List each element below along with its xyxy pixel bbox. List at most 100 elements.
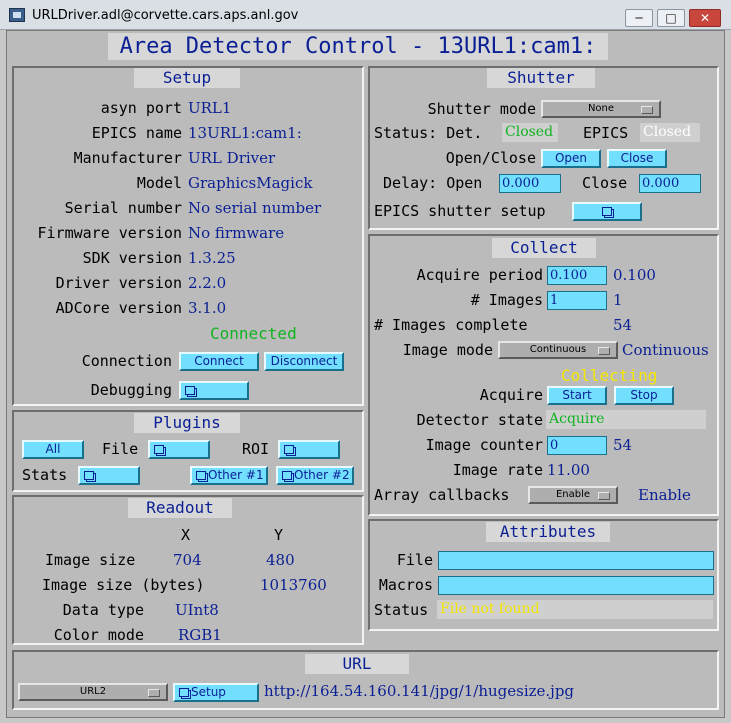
acquire-period-input[interactable]: 0.100 <box>547 266 607 285</box>
open-close-label: Open/Close <box>445 149 536 167</box>
model-label: Model <box>136 174 182 192</box>
plugins-title: Plugins <box>134 413 240 433</box>
delay-close-input[interactable]: 0.000 <box>639 174 701 193</box>
serial-number-value: No serial number <box>188 199 322 217</box>
debugging-label: Debugging <box>90 381 172 399</box>
shutter-status-label: Status: Det. <box>374 124 483 142</box>
attributes-file-label: File <box>396 551 433 569</box>
data-type-value: UInt8 <box>175 601 219 619</box>
num-images-input[interactable]: 1 <box>547 291 607 310</box>
image-size-label: Image size <box>45 551 136 569</box>
plugins-stats-button[interactable] <box>78 466 140 485</box>
menu-indicator-icon <box>641 106 653 114</box>
asyn-port-label: asyn port <box>100 99 182 117</box>
delay-open-input[interactable]: 0.000 <box>499 174 561 193</box>
sdk-version-value: 1.3.25 <box>188 249 236 267</box>
shutter-close-button[interactable]: Close <box>607 149 667 168</box>
epics-shutter-status: Closed <box>640 123 700 142</box>
color-mode-value: RGB1 <box>178 626 222 644</box>
menu-indicator-icon <box>598 492 610 500</box>
plugins-other2-button[interactable]: Other #2 <box>276 466 354 485</box>
readout-title: Readout <box>128 498 232 518</box>
image-bytes-value: 1013760 <box>260 576 327 594</box>
collect-title: Collect <box>492 238 596 258</box>
maximize-button[interactable]: □ <box>657 9 685 27</box>
det-shutter-status: Closed <box>502 123 558 142</box>
attributes-title: Attributes <box>486 522 610 542</box>
data-type-label: Data type <box>62 601 144 619</box>
plugins-stats-label: Stats <box>22 466 68 484</box>
delay-open-label: Delay: Open <box>383 174 483 192</box>
url-setup-button[interactable]: Setup <box>173 683 259 702</box>
driver-version-value: 2.2.0 <box>188 274 227 292</box>
serial-number-label: Serial number <box>64 199 182 217</box>
epics-name-label: EPICS name <box>91 124 182 142</box>
adcore-version-value: 3.1.0 <box>188 299 227 317</box>
menu-indicator-icon <box>598 347 610 355</box>
related-display-icon <box>84 471 94 480</box>
firmware-label: Firmware version <box>37 224 183 242</box>
plugins-all-button[interactable]: All <box>22 440 84 459</box>
image-mode-label: Image mode <box>402 341 493 359</box>
shutter-mode-label: Shutter mode <box>427 100 536 118</box>
manufacturer-label: Manufacturer <box>73 149 182 167</box>
num-images-label: # Images <box>470 291 543 309</box>
close-window-button[interactable]: ✕ <box>689 9 721 27</box>
image-size-y-value: 480 <box>266 551 295 569</box>
epics-shutter-setup-label: EPICS shutter setup <box>374 202 546 220</box>
image-size-x-value: 704 <box>173 551 202 569</box>
manufacturer-value: URL Driver <box>188 149 276 167</box>
array-callbacks-menu[interactable]: Enable <box>528 486 618 504</box>
debugging-display-button[interactable] <box>179 381 249 400</box>
plugins-file-button[interactable] <box>148 440 210 459</box>
url-address: http://164.54.160.141/jpg/1/hugesize.jpg <box>264 682 575 700</box>
attributes-macros-input[interactable] <box>438 576 714 595</box>
setup-title: Setup <box>134 68 240 88</box>
connection-status: Connected <box>210 324 297 343</box>
url-title: URL <box>305 654 409 674</box>
url-select-menu[interactable]: URL2 <box>18 683 168 701</box>
image-mode-readback: Continuous <box>622 341 709 359</box>
plugins-roi-label: ROI <box>242 440 270 458</box>
start-button[interactable]: Start <box>547 386 607 405</box>
shutter-mode-menu[interactable]: None <box>541 100 661 118</box>
image-counter-input[interactable]: 0 <box>547 436 607 455</box>
images-complete-value: 54 <box>613 316 633 334</box>
array-callbacks-readback: Enable <box>638 486 691 504</box>
attributes-macros-label: Macros <box>378 576 433 594</box>
asyn-port-value: URL1 <box>188 99 232 117</box>
connection-label: Connection <box>81 352 172 370</box>
window-title: URLDriver.adl@corvette.cars.aps.anl.gov <box>32 8 299 23</box>
detector-state-label: Detector state <box>416 411 543 429</box>
related-display-icon <box>602 207 612 216</box>
shutter-open-button[interactable]: Open <box>541 149 601 168</box>
acquire-period-label: Acquire period <box>416 266 543 284</box>
stop-button[interactable]: Stop <box>614 386 674 405</box>
epics-shutter-setup-button[interactable] <box>572 202 642 221</box>
plugins-other1-button[interactable]: Other #1 <box>190 466 268 485</box>
minimize-button[interactable]: ─ <box>625 9 653 27</box>
delay-close-label: Close <box>582 174 628 192</box>
driver-version-label: Driver version <box>55 274 182 292</box>
attributes-status-label: Status <box>374 601 429 619</box>
firmware-value: No firmware <box>188 224 285 242</box>
images-complete-label: # Images complete <box>374 316 528 334</box>
plugins-roi-button[interactable] <box>278 440 340 459</box>
attributes-file-input[interactable] <box>438 551 714 570</box>
shutter-title: Shutter <box>487 68 595 88</box>
attributes-status-value: File not found <box>437 600 713 619</box>
related-display-icon <box>284 445 294 454</box>
model-value: GraphicsMagick <box>188 174 313 192</box>
array-callbacks-label: Array callbacks <box>374 486 510 504</box>
readout-x-header: X <box>181 526 191 544</box>
acquire-status: Collecting <box>561 366 658 385</box>
connect-button[interactable]: Connect <box>179 352 259 371</box>
disconnect-button[interactable]: Disconnect <box>264 352 344 371</box>
related-display-icon <box>179 688 189 697</box>
image-mode-menu[interactable]: Continuous <box>498 341 618 359</box>
menu-indicator-icon <box>148 689 160 697</box>
related-display-icon <box>196 471 206 480</box>
app-icon <box>9 8 25 22</box>
related-display-icon <box>154 445 164 454</box>
plugins-file-label: File <box>102 440 139 458</box>
